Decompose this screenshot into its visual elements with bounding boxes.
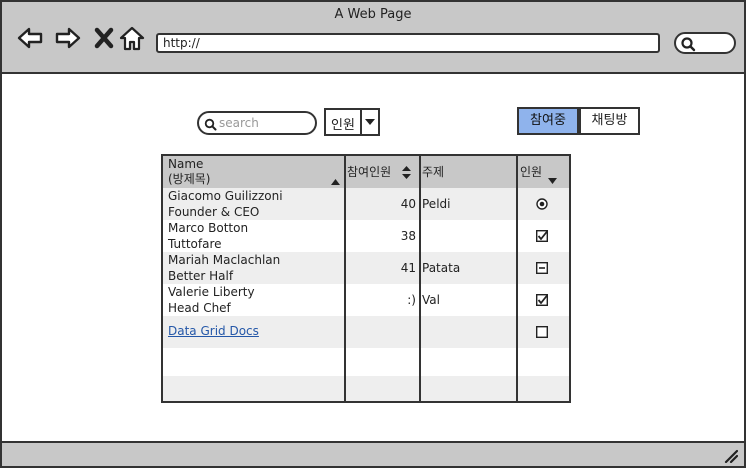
checkbox-empty[interactable] — [536, 326, 548, 338]
row-count: 41 — [400, 261, 416, 275]
sort-both-icon[interactable] — [402, 164, 411, 183]
home-icon[interactable] — [118, 24, 146, 52]
close-icon[interactable] — [90, 24, 118, 52]
tab-chatrooms[interactable]: 채팅방 — [579, 107, 640, 135]
column-header-topic[interactable]: 주제 — [422, 165, 444, 180]
row-name: Giacomo Guilizzoni — [168, 189, 283, 203]
resize-grip-icon[interactable] — [722, 447, 739, 464]
row-subtitle: Better Half — [168, 269, 234, 283]
table-row[interactable] — [163, 348, 569, 376]
row-topic: Patata — [422, 261, 461, 275]
column-header-members[interactable]: 인원 — [520, 165, 542, 180]
dropdown-value: 인원 — [331, 118, 355, 133]
column-divider — [344, 156, 346, 401]
row-subtitle: Tuttofare — [168, 237, 222, 251]
dropdown-toggle[interactable] — [360, 110, 378, 134]
forward-arrow-icon[interactable] — [54, 24, 82, 52]
column-header-count[interactable]: 참여인원 — [347, 165, 391, 180]
row-count: :) — [407, 293, 416, 307]
search-input[interactable]: search — [197, 111, 317, 135]
column-divider — [516, 156, 518, 401]
search-icon — [204, 117, 217, 131]
chevron-down-icon — [365, 119, 375, 125]
sort-ascending-icon[interactable] — [331, 170, 340, 189]
data-grid-docs-link[interactable]: Data Grid Docs — [168, 324, 259, 339]
row-topic: Val — [422, 293, 440, 307]
column-header-name[interactable]: Name (방제목) — [168, 157, 210, 187]
row-name: Marco Botton — [168, 221, 249, 235]
row-count: 40 — [400, 197, 416, 211]
tab-participating[interactable]: 참여중 — [517, 107, 579, 135]
status-bar — [2, 441, 744, 466]
radio-button-selected[interactable] — [536, 198, 548, 210]
title-bar: A Web Page http:// — [2, 2, 744, 74]
member-dropdown[interactable]: 인원 — [324, 108, 380, 136]
column-divider — [419, 156, 421, 401]
chevron-down-icon[interactable] — [548, 169, 557, 188]
row-subtitle: Founder & CEO — [168, 205, 260, 219]
row-topic: Peldi — [422, 197, 451, 211]
browser-window: A Web Page http:// search 인원 참여중 채팅방 Nam… — [0, 0, 746, 468]
data-grid: Name (방제목) 참여인원 주제 인원 Giacomo Guilizzoni… — [161, 154, 571, 403]
browser-search-box[interactable] — [674, 32, 736, 54]
row-count: 38 — [400, 229, 416, 243]
search-placeholder: search — [219, 116, 259, 130]
checkbox-checked[interactable] — [536, 230, 548, 242]
window-title: A Web Page — [334, 7, 412, 22]
row-subtitle: Head Chef — [168, 301, 231, 315]
row-name: Mariah Maclachlan — [168, 253, 281, 267]
back-arrow-icon[interactable] — [16, 24, 44, 52]
checkbox-checked[interactable] — [536, 294, 548, 306]
table-row[interactable] — [163, 376, 569, 401]
row-name: Valerie Liberty — [168, 285, 255, 299]
checkbox-indeterminate[interactable] — [536, 262, 548, 274]
url-input[interactable]: http:// — [156, 33, 660, 53]
search-icon — [680, 36, 696, 52]
